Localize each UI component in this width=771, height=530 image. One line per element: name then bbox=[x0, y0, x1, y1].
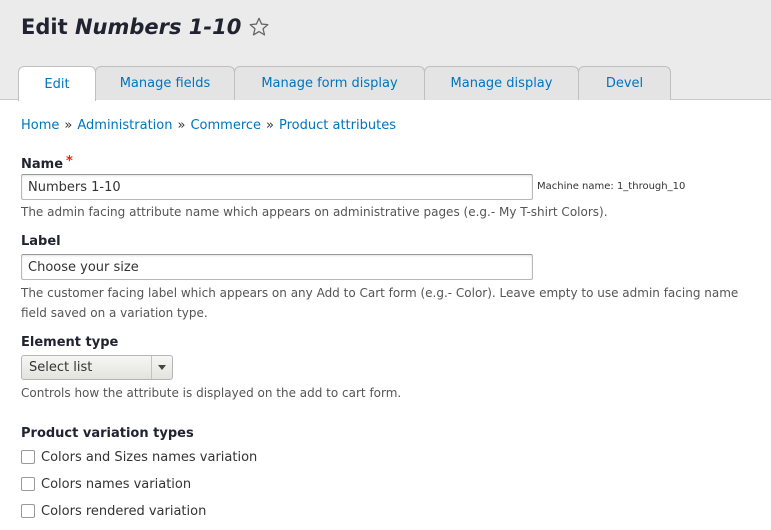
element-type-description: Controls how the attribute is displayed … bbox=[21, 386, 402, 400]
checkbox-label: Colors and Sizes names variation bbox=[41, 450, 258, 465]
tab-devel[interactable]: Devel bbox=[578, 66, 671, 100]
breadcrumb-link-product-attributes[interactable]: Product attributes bbox=[279, 118, 396, 133]
variation-types-label: Product variation types bbox=[21, 426, 194, 441]
name-description: The admin facing attribute name which ap… bbox=[21, 205, 608, 219]
page-title-entity: Numbers 1-10 bbox=[74, 15, 242, 39]
page-title-prefix: Edit bbox=[21, 15, 75, 39]
select-divider bbox=[151, 356, 152, 379]
breadcrumb-link-home[interactable]: Home bbox=[21, 118, 59, 133]
variation-option-colors-names[interactable]: Colors names variation bbox=[21, 476, 192, 492]
name-input[interactable] bbox=[21, 174, 533, 200]
breadcrumb-separator: » bbox=[177, 118, 186, 133]
label-input[interactable] bbox=[21, 254, 533, 280]
breadcrumb-separator: » bbox=[64, 118, 73, 133]
tab-manage-form-display[interactable]: Manage form display bbox=[234, 66, 425, 100]
tab-edit[interactable]: Edit bbox=[18, 66, 96, 101]
checkbox-label: Colors rendered variation bbox=[41, 504, 207, 519]
variation-option-colors-and-sizes[interactable]: Colors and Sizes names variation bbox=[21, 449, 258, 465]
label-description-line1: The customer facing label which appears … bbox=[21, 286, 739, 300]
tab-manage-display[interactable]: Manage display bbox=[424, 66, 579, 100]
element-type-label: Element type bbox=[21, 335, 119, 350]
element-type-selected: Select list bbox=[29, 360, 93, 375]
checkbox[interactable] bbox=[21, 449, 35, 464]
checkbox[interactable] bbox=[21, 503, 35, 518]
breadcrumb-separator: » bbox=[266, 118, 274, 133]
machine-name: Machine name: 1_through_10 bbox=[537, 181, 686, 192]
label-description-line2: field saved on a variation type. bbox=[21, 306, 208, 320]
breadcrumb-link-commerce[interactable]: Commerce bbox=[190, 118, 261, 133]
name-label: Name * bbox=[21, 154, 73, 172]
page-title: Edit Numbers 1-10 bbox=[21, 15, 241, 39]
star-icon[interactable] bbox=[248, 16, 270, 38]
required-marker: * bbox=[66, 154, 73, 169]
breadcrumb-link-administration[interactable]: Administration bbox=[77, 118, 172, 133]
tab-manage-fields[interactable]: Manage fields bbox=[95, 66, 235, 100]
label-field-label: Label bbox=[21, 234, 61, 249]
name-label-text: Name bbox=[21, 157, 64, 172]
page-header: Edit Numbers 1-10 Edit Manage fields Man… bbox=[0, 0, 771, 101]
checkbox[interactable] bbox=[21, 476, 35, 491]
checkbox-label: Colors names variation bbox=[41, 477, 192, 492]
chevron-down-icon bbox=[158, 365, 166, 370]
breadcrumb: Home » Administration » Commerce » Product att… bbox=[21, 118, 396, 133]
element-type-select[interactable]: Select list bbox=[21, 355, 173, 380]
primary-tabs: Edit Manage fields Manage form display M… bbox=[18, 66, 671, 101]
variation-option-colors-rendered[interactable]: Colors rendered variation bbox=[21, 503, 207, 519]
